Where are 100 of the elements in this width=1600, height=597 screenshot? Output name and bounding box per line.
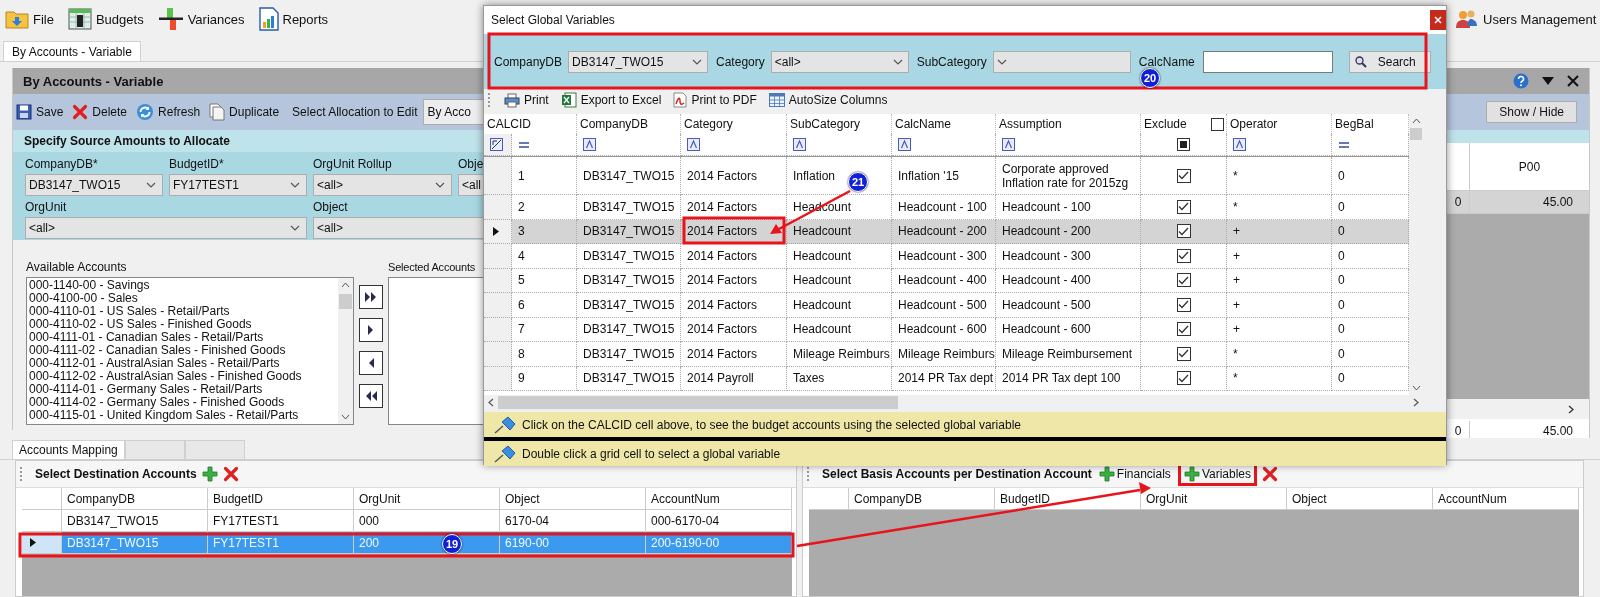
document-tab[interactable]: By Accounts - Variable: [3, 41, 141, 61]
scroll-right-icon[interactable]: [1413, 398, 1419, 407]
list-label: Available Accounts: [26, 260, 128, 274]
toolbar-button[interactable]: Duplicate: [209, 103, 280, 121]
grid-row[interactable]: 4 DB3147_TWO15 2014 Factors Headcount Headcount - 300 Headcount - 300 + 0: [484, 244, 1409, 269]
move-left-button[interactable]: [359, 351, 383, 375]
checkbox-filter-icon[interactable]: [1177, 138, 1190, 151]
menu-button[interactable]: Budgets: [67, 8, 144, 30]
checkbox[interactable]: [1176, 297, 1191, 312]
menu-button[interactable]: Reports: [258, 7, 329, 31]
scroll-thumb[interactable]: [1410, 128, 1422, 140]
table-cell: 2014 Factors: [681, 342, 787, 367]
toolbar-button[interactable]: Export to Excel: [560, 92, 662, 108]
scroll-left-icon[interactable]: [488, 398, 494, 407]
search-button[interactable]: Search: [1348, 50, 1431, 73]
close-icon[interactable]: [1567, 75, 1579, 87]
checkbox[interactable]: [1176, 346, 1191, 361]
clear-filter-icon[interactable]: [490, 138, 503, 151]
variance-icon: [157, 7, 184, 31]
list-item[interactable]: 000-4100-00 - Sales: [29, 292, 336, 305]
list-item[interactable]: 000-1140-00 - Savings: [29, 279, 336, 292]
tab[interactable]: Accounts Mapping: [12, 440, 125, 459]
selected-account-list[interactable]: [388, 277, 485, 425]
scroll-down-icon[interactable]: [341, 414, 350, 420]
text-filter-icon[interactable]: [583, 138, 596, 151]
checkbox[interactable]: [1176, 224, 1191, 239]
scrollbar[interactable]: [338, 278, 353, 424]
list-item[interactable]: 000-4112-01 - AustralAsian Sales - Retail/Parts: [29, 357, 336, 370]
toolbar-button[interactable]: Refresh: [136, 103, 201, 121]
delete-icon[interactable]: [1262, 466, 1278, 482]
move-right-button[interactable]: [359, 318, 383, 342]
scrollbar[interactable]: [1447, 399, 1589, 419]
list-item[interactable]: 000-4112-02 - AustralAsian Sales - Finished Goods: [29, 370, 336, 383]
account-list[interactable]: [26, 277, 354, 425]
equals-filter-icon[interactable]: [1338, 140, 1350, 149]
grid-row[interactable]: 5 DB3147_TWO15 2014 Factors Headcount Headcount - 400 Headcount - 400 + 0: [484, 268, 1409, 293]
text-filter-icon[interactable]: [687, 138, 700, 151]
grid-row[interactable]: 0 45.00: [1447, 191, 1589, 214]
toolbar-button[interactable]: Delete: [72, 104, 128, 120]
list-item[interactable]: 000-4110-02 - US Sales - Finished Goods: [29, 318, 336, 331]
menu-button[interactable]: Variances: [157, 7, 245, 31]
allocation-dropdown[interactable]: By Acco: [422, 99, 485, 125]
checkbox[interactable]: [1176, 199, 1191, 214]
table-row[interactable]: DB3147_TWO15 FY17TEST1 000 6170-04 000-6170-04: [22, 510, 792, 532]
dropdown-field[interactable]: <all>: [313, 217, 485, 239]
list-item[interactable]: 000-4111-01 - Canadian Sales - Retail/Parts: [29, 331, 336, 344]
list-item[interactable]: 000-4114-01 - Germany Sales - Retail/Parts: [29, 383, 336, 396]
list-item[interactable]: 000-4110-01 - US Sales - Retail/Parts: [29, 305, 336, 318]
grid-row[interactable]: 7 DB3147_TWO15 2014 Factors Headcount Headcount - 600 Headcount - 600 + 0: [484, 317, 1409, 342]
input-field[interactable]: [1202, 50, 1333, 73]
list-item[interactable]: 000-4115-01 - United Kingdom Sales - Retail/Parts: [29, 409, 336, 422]
checkbox[interactable]: [1176, 273, 1191, 288]
scroll-thumb[interactable]: [339, 294, 352, 309]
equals-filter-icon[interactable]: [518, 140, 530, 149]
close-button[interactable]: [1430, 10, 1446, 30]
refresh-icon: [136, 103, 155, 121]
users-management-button[interactable]: Users Management: [1455, 9, 1597, 29]
list-item[interactable]: 000-4111-02 - Canadian Sales - Finished Goods: [29, 344, 336, 357]
checkbox[interactable]: [1176, 168, 1191, 183]
dropdown-field[interactable]: DB3147_TWO15: [568, 50, 709, 73]
text-filter-icon[interactable]: [1002, 138, 1015, 151]
dropdown-field[interactable]: FY17TEST1: [169, 174, 307, 196]
checkbox[interactable]: [1211, 117, 1224, 131]
text-filter-icon[interactable]: [898, 138, 911, 151]
dropdown-field[interactable]: <all>: [313, 174, 452, 196]
show-hide-button[interactable]: Show / Hide: [1486, 101, 1577, 123]
checkbox[interactable]: [1176, 248, 1191, 263]
move-all-right-button[interactable]: [359, 285, 383, 309]
row-header[interactable]: [22, 532, 62, 553]
toolbar-button[interactable]: Print to PDF: [673, 92, 757, 108]
dropdown-icon[interactable]: [1541, 76, 1555, 86]
dropdown-field[interactable]: DB3147_TWO15: [25, 174, 163, 196]
dropdown-field[interactable]: <all>: [770, 50, 909, 73]
toolbar-button[interactable]: Save: [16, 104, 64, 120]
scroll-up-icon[interactable]: [341, 282, 350, 288]
scroll-thumb[interactable]: [498, 396, 898, 409]
scroll-down-icon[interactable]: [1411, 385, 1421, 391]
grid-row[interactable]: 3 DB3147_TWO15 2014 Factors Headcount Headcount - 200 Headcount - 200 + 0: [484, 219, 1409, 244]
dropdown-field[interactable]: [992, 50, 1131, 73]
delete-icon[interactable]: [222, 466, 239, 482]
dropdown-field[interactable]: <all: [458, 174, 485, 196]
scroll-right-icon[interactable]: [1568, 404, 1574, 414]
scroll-up-icon[interactable]: [1411, 118, 1421, 124]
grid-row[interactable]: 9 DB3147_TWO15 2014 Payroll Taxes 2014 PR Tax dept 2014 PR Tax dept 100 * 0: [484, 366, 1409, 391]
row-header[interactable]: [484, 219, 512, 244]
checkbox[interactable]: [1176, 371, 1191, 386]
help-icon[interactable]: [1513, 73, 1529, 89]
list-item[interactable]: 000-4114-02 - Germany Sales - Finished Goods: [29, 396, 336, 409]
grid-row[interactable]: 8 DB3147_TWO15 2014 Factors Mileage Reimburs Mileage Reimburs Mileage Reimbursement * 0: [484, 342, 1409, 367]
menu-button[interactable]: File: [5, 9, 54, 29]
checkbox[interactable]: [1176, 322, 1191, 337]
add-button[interactable]: Variables: [1181, 466, 1253, 482]
toolbar-button[interactable]: AutoSize Columns: [768, 93, 888, 107]
dropdown-field[interactable]: <all>: [25, 217, 307, 239]
text-filter-icon[interactable]: [1233, 138, 1246, 151]
move-all-left-button[interactable]: [359, 384, 383, 408]
text-filter-icon[interactable]: [793, 138, 806, 151]
grid-row[interactable]: 6 DB3147_TWO15 2014 Factors Headcount Headcount - 500 Headcount - 500 + 0: [484, 293, 1409, 318]
toolbar-button[interactable]: Print: [504, 92, 549, 108]
add-button[interactable]: Financials: [1096, 466, 1173, 482]
